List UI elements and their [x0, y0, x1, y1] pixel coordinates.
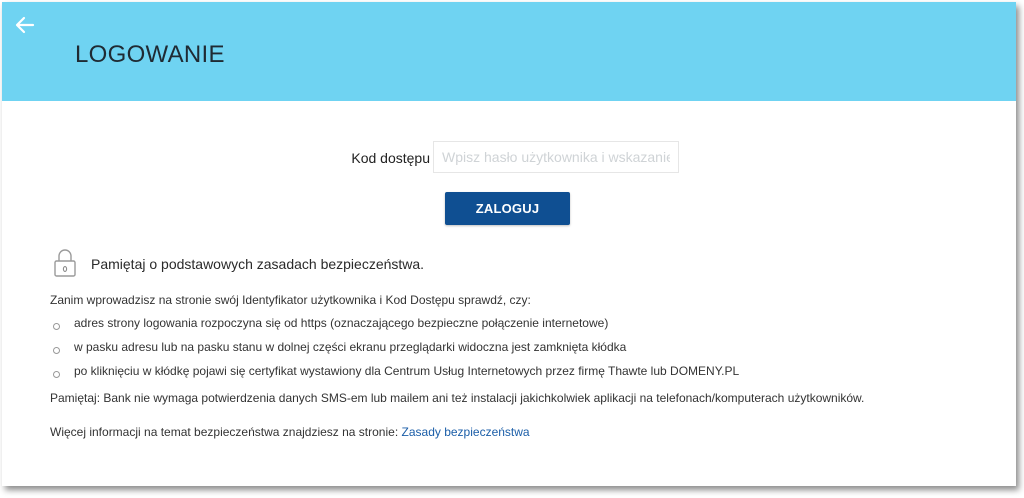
padlock-icon	[54, 249, 76, 277]
security-title: Pamiętaj o podstawowych zasadach bezpiec…	[91, 256, 425, 272]
access-code-label: Kod dostępu	[351, 150, 430, 166]
list-item: adres strony logowania rozpoczyna się od…	[50, 316, 739, 340]
security-note: Pamiętaj: Bank nie wymaga potwierdzenia …	[50, 391, 865, 405]
more-info-text: Więcej informacji na temat bezpieczeństw…	[50, 425, 399, 439]
login-button[interactable]: ZALOGUJ	[445, 192, 570, 225]
header-bar: LOGOWANIE	[2, 2, 1016, 101]
list-item-text: w pasku adresu lub na pasku stanu w doln…	[74, 340, 627, 354]
access-code-row: Kod dostępu	[2, 141, 1016, 175]
login-window: LOGOWANIE Kod dostępu ZALOGUJ Pamiętaj o…	[2, 2, 1016, 486]
circle-bullet-icon	[53, 371, 60, 378]
security-rules-link[interactable]: Zasady bezpieczeństwa	[402, 425, 530, 439]
security-checklist: adres strony logowania rozpoczyna się od…	[50, 316, 739, 388]
back-button[interactable]	[14, 14, 36, 36]
list-item: po kliknięciu w kłódkę pojawi się certyf…	[50, 364, 739, 388]
arrow-left-icon	[15, 16, 35, 34]
list-item-text: po kliknięciu w kłódkę pojawi się certyf…	[74, 364, 740, 378]
more-info: Więcej informacji na temat bezpieczeństw…	[50, 425, 530, 439]
security-intro: Zanim wprowadzisz na stronie swój Identy…	[50, 293, 531, 307]
access-code-input[interactable]	[433, 141, 679, 173]
circle-bullet-icon	[53, 347, 60, 354]
list-item: w pasku adresu lub na pasku stanu w doln…	[50, 340, 739, 364]
page-title: LOGOWANIE	[75, 41, 225, 68]
circle-bullet-icon	[53, 323, 60, 330]
list-item-text: adres strony logowania rozpoczyna się od…	[74, 316, 609, 330]
